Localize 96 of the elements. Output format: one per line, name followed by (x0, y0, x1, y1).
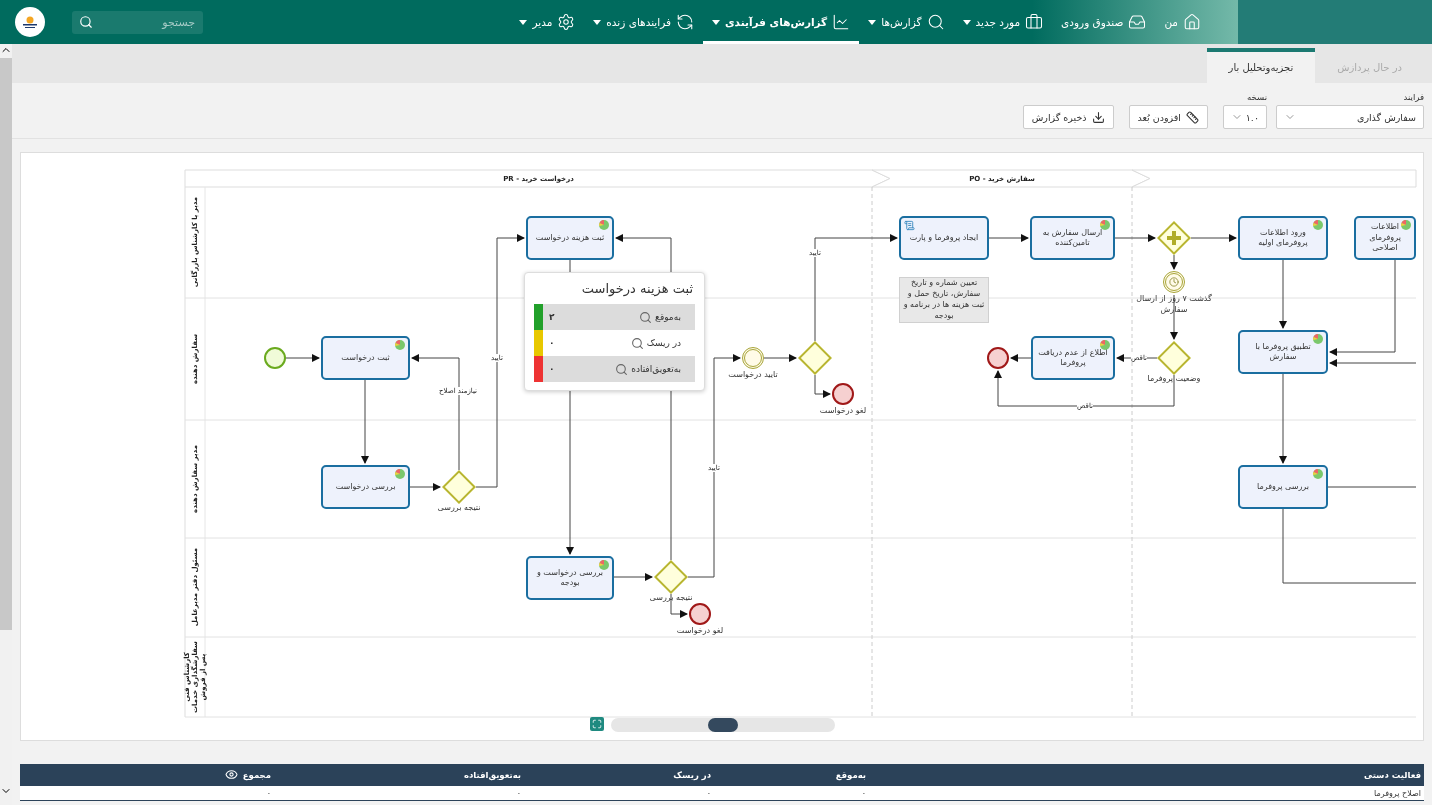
plus-icon (1165, 229, 1183, 247)
status-label: در ریسک (630, 336, 695, 350)
table-cell: ۰ (706, 788, 711, 798)
logo-icon[interactable] (15, 7, 45, 37)
flow-arrow (409, 483, 441, 491)
search-icon[interactable] (639, 310, 653, 324)
table-cell: ۰ (861, 788, 866, 798)
status-count: ۰ (548, 338, 555, 348)
ruler-icon (1186, 110, 1199, 124)
nav-icon (1128, 13, 1147, 31)
version-select[interactable]: ۱.۰ (1223, 105, 1267, 129)
nav-item[interactable]: گزارش‌ها (859, 0, 954, 44)
column-header[interactable]: در ریسک (673, 769, 711, 780)
scrollbar-thumb[interactable] (0, 58, 12, 630)
column-header[interactable]: به‌موقع (835, 769, 866, 780)
fit-screen-button[interactable] (590, 717, 604, 731)
event-label: لغو درخواست (818, 406, 868, 417)
task-node[interactable]: ثبت هزینه درخواست (526, 216, 614, 260)
search-icon (79, 14, 93, 29)
nav-icon (926, 13, 945, 31)
script-icon (904, 220, 915, 231)
search-icon[interactable] (630, 336, 644, 350)
pie-chart-icon (1100, 340, 1110, 350)
pie-chart-icon (599, 560, 609, 570)
flow-arrow (1010, 354, 1032, 362)
event-label: تایید درخواست (727, 370, 779, 381)
start-event[interactable] (264, 347, 286, 369)
nav-item[interactable]: فرایندهای زنده (584, 0, 703, 44)
gateway-label: نتیجه بررسی (648, 593, 694, 604)
task-node[interactable]: ایجاد پروفرما و پارت (899, 216, 989, 260)
flow-arrow (1170, 254, 1178, 270)
nav-item[interactable]: مدیر (510, 0, 585, 44)
text-annotation: تعیین شماره و تاریخ سفارش، تاریخ حمل و ثبت هزینه ها در برنامه و بودجه (899, 277, 989, 323)
status-count: ۲ (548, 312, 555, 322)
pie-chart-icon (395, 469, 405, 479)
nav-icon (832, 13, 851, 31)
task-node[interactable]: اطلاع از عدم دریافت پروفرما (1031, 336, 1115, 380)
task-node[interactable]: ثبت درخواست (321, 336, 410, 380)
tab[interactable]: تجزیه‌وتحلیل بار (1206, 48, 1316, 83)
end-event[interactable] (832, 383, 854, 405)
pie-chart-icon (1313, 220, 1323, 230)
task-node[interactable]: بررسی درخواست و بودجه (526, 556, 614, 600)
flow-arrow (284, 354, 320, 362)
pie-chart-icon (599, 220, 609, 230)
toolbar-button[interactable]: افزودن بُعد (1128, 105, 1208, 129)
gateway-label: نتیجه بررسی (436, 503, 482, 514)
column-header[interactable]: مجموع (242, 769, 271, 780)
table-cell: ۰ (266, 788, 271, 798)
tooltip-title: ثبت هزینه درخواست (580, 281, 694, 299)
timer-event[interactable] (1163, 271, 1185, 293)
nav-icon (676, 13, 694, 31)
flow-arrow (814, 374, 831, 398)
task-node[interactable]: بررسی درخواست (321, 465, 410, 509)
nav-icon (1183, 13, 1201, 31)
flow-arrow (763, 354, 797, 362)
task-node[interactable]: ارسال سفارش به تامین‌کننده (1030, 216, 1115, 260)
scrollbar-thumb[interactable] (708, 718, 738, 732)
pie-chart-icon (1313, 469, 1323, 479)
table-cell: ۰ (516, 788, 521, 798)
clock-icon (1169, 277, 1179, 287)
nav-item[interactable]: صندوق ورودی (1052, 0, 1156, 44)
process-select[interactable]: سفارش گذاری (1276, 105, 1424, 129)
end-event[interactable] (987, 347, 1009, 369)
task-node[interactable]: اطلاعات پروفرمای اصلاحی (1354, 216, 1416, 260)
eye-icon[interactable] (224, 768, 238, 781)
toolbar-button[interactable]: ذخیره گزارش (1022, 105, 1114, 129)
nav-item[interactable]: مورد جدید (953, 0, 1053, 44)
field-label: فرایند (1402, 92, 1424, 102)
status-count: ۰ (548, 364, 555, 374)
gateway-label: وضعیت پروفرما (1146, 374, 1202, 385)
flow-arrow (1279, 259, 1287, 329)
status-label: به‌تعویق‌افتاده (615, 362, 695, 376)
flow-arrow (1114, 234, 1156, 242)
table-cell: اصلاح پروفرما (1374, 788, 1421, 798)
download-icon (1091, 110, 1105, 124)
event-label: گذشت ۷ روز از ارسال سفارش (1135, 294, 1213, 316)
flow-arrow (613, 573, 653, 581)
pie-chart-icon (1401, 220, 1411, 230)
intermediate-event[interactable] (742, 347, 764, 369)
flow-arrow (988, 234, 1029, 242)
column-header[interactable]: به‌تعویق‌افتاده (463, 769, 521, 780)
field-label: نسخه (1246, 92, 1267, 102)
nav-icon (1025, 13, 1044, 31)
task-node[interactable]: ورود اطلاعات پروفرمای اولیه (1238, 216, 1328, 260)
event-label: لغو درخواست (675, 626, 725, 637)
status-label: به‌موقع (639, 310, 695, 324)
task-node[interactable]: تطبیق پروفرما با سفارش (1238, 330, 1328, 374)
pie-chart-icon (1313, 334, 1323, 344)
nav-icon (557, 13, 576, 31)
flow-arrow (1190, 234, 1237, 242)
column-header[interactable]: فعالیت دستی (1364, 769, 1421, 780)
task-node[interactable]: بررسی پروفرما (1238, 465, 1328, 509)
end-event[interactable] (689, 603, 711, 625)
pie-chart-icon (395, 340, 405, 350)
search-icon[interactable] (615, 362, 629, 376)
pie-chart-icon (1100, 220, 1110, 230)
